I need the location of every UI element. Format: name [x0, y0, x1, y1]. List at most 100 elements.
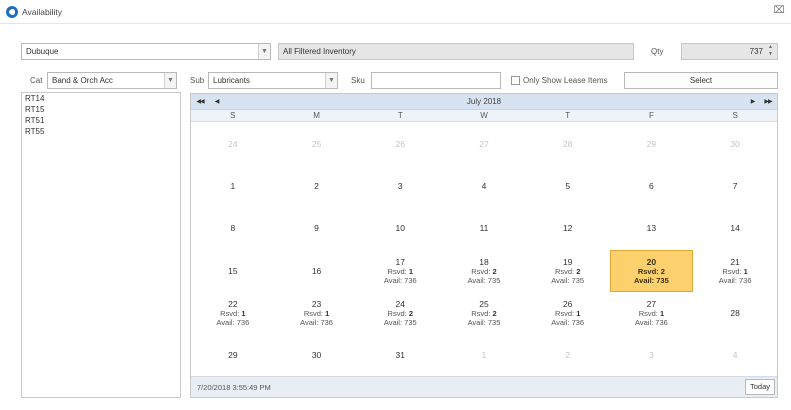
chevron-down-icon[interactable]: ▼	[325, 73, 337, 88]
lease-items-label: Only Show Lease Items	[523, 76, 608, 85]
day-cell[interactable]: 30	[693, 123, 777, 165]
day-cell[interactable]: 4	[693, 334, 777, 376]
next-year-icon[interactable]: ▶▶	[761, 94, 775, 110]
chevron-down-icon[interactable]: ▼	[164, 73, 176, 88]
day-cell[interactable]: 9	[275, 207, 359, 249]
chevron-down-icon[interactable]: ▼	[258, 44, 270, 59]
select-button[interactable]: Select	[624, 72, 778, 89]
day-number: 4	[481, 181, 487, 192]
day-cell[interactable]: 18 Rsvd: 2 Avail: 735	[442, 250, 526, 292]
day-cell[interactable]: 31	[358, 334, 442, 376]
available-value: 735	[571, 275, 585, 285]
day-number: 19	[562, 256, 573, 267]
list-item[interactable]: RT14	[22, 93, 180, 104]
day-number: 16	[311, 265, 322, 276]
available-count: Avail: 736	[384, 276, 417, 285]
list-item[interactable]: RT15	[22, 104, 180, 115]
day-cell[interactable]: 1	[442, 334, 526, 376]
day-cell[interactable]: 4	[442, 165, 526, 207]
day-cell[interactable]: 28	[693, 292, 777, 334]
reserved-label: Rsvd:	[637, 266, 659, 276]
day-cell[interactable]: 22 Rsvd: 1 Avail: 736	[191, 292, 275, 334]
reserved-label: Rsvd:	[303, 308, 323, 318]
day-cell[interactable]: 14	[693, 207, 777, 249]
day-cell[interactable]: 2	[275, 165, 359, 207]
day-number: 15	[228, 265, 238, 276]
title-bar: Availability ⌧	[0, 0, 791, 24]
day-cell[interactable]: 24 Rsvd: 2 Avail: 735	[358, 292, 442, 334]
sku-input[interactable]	[371, 72, 501, 89]
reserved-count: Rsvd: 1	[304, 309, 329, 318]
reserved-count: Rsvd: 1	[722, 267, 747, 276]
day-number: 4	[732, 349, 738, 360]
day-cell[interactable]: 27 Rsvd: 1 Avail: 736	[610, 292, 694, 334]
weekday-label: F	[648, 111, 654, 120]
day-cell[interactable]: 28	[526, 123, 610, 165]
qty-field[interactable]: 737 ▲ ▼	[681, 43, 778, 60]
day-cell[interactable]: 29	[610, 123, 694, 165]
reserved-value: 2	[492, 266, 497, 276]
available-label: Avail:	[467, 275, 486, 285]
day-cell[interactable]: 30	[275, 334, 359, 376]
category-select[interactable]: Band & Orch Acc ▼	[47, 72, 177, 89]
next-month-icon[interactable]: ▶	[747, 94, 759, 110]
list-item[interactable]: RT55	[22, 126, 180, 137]
day-cell[interactable]: 16	[275, 250, 359, 292]
day-number: 17	[395, 256, 405, 267]
list-item[interactable]: RT51	[22, 115, 180, 126]
day-cell[interactable]: 25	[275, 123, 359, 165]
day-cell[interactable]: 3	[610, 334, 694, 376]
day-cell[interactable]: 6	[610, 165, 694, 207]
window-title: Availability	[22, 7, 63, 17]
day-cell[interactable]: 5	[526, 165, 610, 207]
day-cell[interactable]: 1	[191, 165, 275, 207]
day-number: 12	[562, 223, 573, 234]
day-cell[interactable]: 29	[191, 334, 275, 376]
sku-listbox[interactable]: RT14 RT15 RT51 RT55	[21, 92, 181, 398]
available-label: Avail:	[634, 275, 655, 285]
day-number: 29	[228, 349, 238, 360]
reserved-count: Rsvd: 2	[471, 309, 496, 318]
day-cell[interactable]: 24	[191, 123, 275, 165]
day-cell[interactable]: 25 Rsvd: 2 Avail: 735	[442, 292, 526, 334]
day-cell[interactable]: 11	[442, 207, 526, 249]
today-button[interactable]: Today	[745, 379, 775, 395]
day-cell[interactable]: 13	[610, 207, 694, 249]
day-number: 25	[479, 298, 489, 309]
day-cell[interactable]: 7	[693, 165, 777, 207]
reserved-label: Rsvd:	[554, 308, 575, 318]
location-select[interactable]: Dubuque ▼	[21, 43, 271, 60]
day-cell[interactable]: 15	[191, 250, 275, 292]
available-value: 736	[571, 317, 585, 327]
day-cell[interactable]: 27	[442, 123, 526, 165]
reserved-value: 1	[241, 308, 246, 318]
day-cell[interactable]: 26	[358, 123, 442, 165]
day-cell-selected[interactable]: 20 Rsvd: 2 Avail: 735	[609, 249, 694, 292]
reserved-count: Rsvd: 2	[388, 309, 413, 318]
day-cell[interactable]: 2	[526, 334, 610, 376]
day-number: 14	[730, 223, 740, 234]
day-number: 23	[311, 298, 322, 309]
prev-year-icon[interactable]: ◀◀	[193, 94, 207, 110]
day-cell[interactable]: 12	[526, 207, 610, 249]
qty-spinner[interactable]: ▲ ▼	[766, 44, 775, 59]
lease-items-checkbox[interactable]	[511, 76, 520, 85]
day-cell[interactable]: 23 Rsvd: 1 Avail: 736	[275, 292, 359, 334]
prev-month-icon[interactable]: ◀	[211, 94, 223, 110]
close-icon[interactable]: ⌧	[773, 5, 785, 17]
day-cell[interactable]: 10	[358, 207, 442, 249]
day-grid: 24 25 26 27 28 29 30 1 2 3 4 5 6 7 8 9 10 11 12 13 14 15 16 17 R…	[191, 123, 777, 376]
reserved-value: 1	[743, 266, 748, 276]
day-number: 8	[230, 223, 236, 234]
day-cell[interactable]: 8	[191, 207, 275, 249]
day-cell[interactable]: 26 Rsvd: 1 Avail: 736	[526, 292, 610, 334]
available-count: Avail: 735	[634, 276, 669, 285]
day-cell[interactable]: 17 Rsvd: 1 Avail: 736	[358, 250, 442, 292]
qty-label: Qty	[651, 47, 664, 56]
day-cell[interactable]: 3	[358, 165, 442, 207]
day-number: 3	[649, 349, 654, 360]
day-cell[interactable]: 21 Rsvd: 1 Avail: 736	[693, 250, 777, 292]
available-label: Avail:	[216, 317, 235, 327]
subcategory-select[interactable]: Lubricants ▼	[208, 72, 338, 89]
day-cell[interactable]: 19 Rsvd: 2 Avail: 735	[526, 250, 610, 292]
